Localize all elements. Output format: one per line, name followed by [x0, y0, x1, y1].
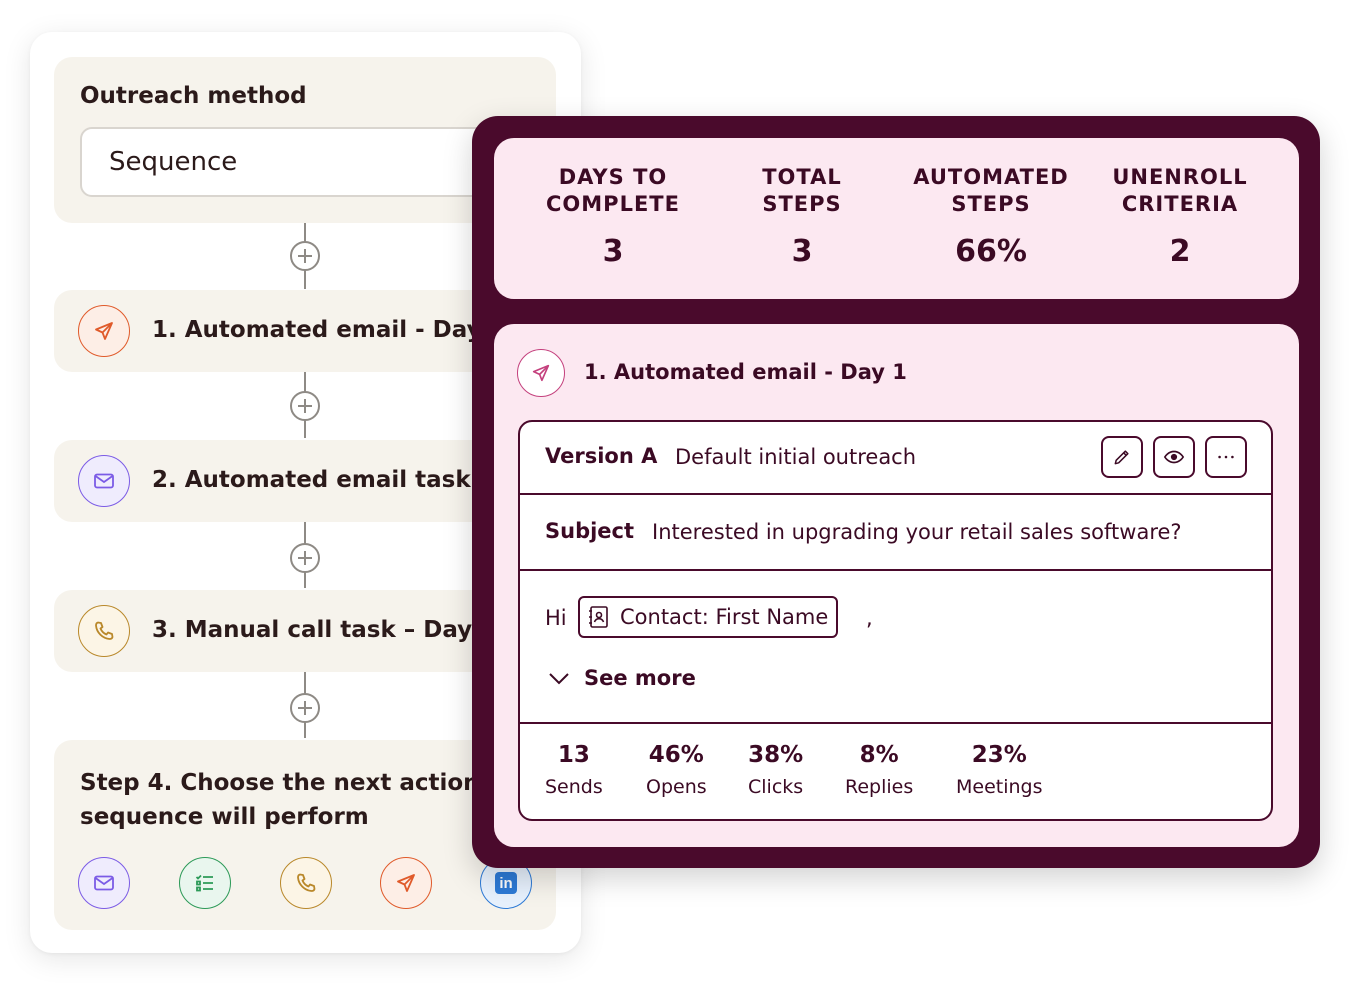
stat-label: AUTOMATED STEPS [913, 165, 1069, 216]
stat-label: UNENROLL CRITERIA [1112, 165, 1248, 216]
subject-row: Subject Interested in upgrading your ret… [520, 495, 1271, 571]
metric-value: 13 [557, 742, 590, 768]
greeting-text: Hi [545, 606, 567, 630]
send-icon [517, 349, 565, 397]
metric-label: Opens [646, 776, 707, 798]
email-body-row: Hi Contact: First Name , See more [520, 571, 1271, 724]
step-detail: 1. Automated email - Day 1 Version A Def… [494, 324, 1299, 847]
email-version-card: Version A Default initial outreach Subje… [518, 420, 1273, 821]
plus-icon [298, 249, 312, 263]
preview-button[interactable] [1153, 436, 1195, 478]
stat-label: DAYS TO COMPLETE [546, 165, 680, 216]
more-options-button[interactable] [1205, 436, 1247, 478]
metric-label: Clicks [748, 776, 804, 798]
step-label: 2. Automated email task - [152, 467, 489, 493]
stat-value: 3 [791, 234, 813, 269]
stats-summary: DAYS TO COMPLETE 3 TOTAL STEPS 3 AUTOMAT… [494, 138, 1299, 299]
stat-automated-steps: AUTOMATED STEPS 66% [896, 164, 1086, 269]
metric-sends: 13 Sends [545, 742, 603, 798]
add-step-button[interactable] [290, 241, 320, 271]
personalization-token[interactable]: Contact: First Name [578, 596, 839, 638]
comma-text: , [866, 606, 873, 630]
version-row: Version A Default initial outreach [520, 422, 1271, 495]
plus-icon [298, 701, 312, 715]
stat-total-steps: TOTAL STEPS 3 [707, 164, 897, 269]
version-label: Version A [545, 444, 658, 468]
eye-icon [1163, 450, 1185, 464]
task-list-icon[interactable] [179, 857, 231, 909]
send-icon[interactable] [380, 857, 432, 909]
contact-card-icon [589, 606, 608, 628]
metric-opens: 46% Opens [646, 742, 707, 798]
stat-label: TOTAL STEPS [762, 165, 842, 216]
ellipsis-icon [1218, 455, 1234, 459]
stat-unenroll-criteria: UNENROLL CRITERIA 2 [1085, 164, 1275, 269]
metric-value: 8% [859, 742, 899, 768]
chevron-down-icon [549, 673, 569, 685]
see-more-toggle[interactable]: See more [548, 666, 696, 690]
stat-value: 2 [1169, 234, 1191, 269]
metric-meetings: 23% Meetings [956, 742, 1043, 798]
metric-value: 23% [971, 742, 1027, 768]
stat-value: 66% [955, 234, 1027, 269]
mail-icon[interactable] [78, 857, 130, 909]
metric-replies: 8% Replies [845, 742, 913, 798]
subject-label: Subject [545, 519, 635, 543]
pencil-icon [1114, 450, 1129, 465]
plus-icon [298, 399, 312, 413]
add-step-button[interactable] [290, 693, 320, 723]
metric-label: Replies [845, 776, 914, 798]
step-label: 1. Automated email - Day [152, 317, 482, 343]
see-more-label: See more [584, 666, 696, 690]
mail-icon [78, 455, 130, 507]
linkedin-logo: in [495, 872, 517, 894]
version-name: Default initial outreach [675, 445, 917, 469]
outreach-method-title: Outreach method [80, 83, 307, 109]
phone-icon [78, 605, 130, 657]
metric-clicks: 38% Clicks [748, 742, 803, 798]
step-detail-title: 1. Automated email - Day 1 [584, 360, 907, 384]
send-icon [78, 305, 130, 357]
metric-label: Sends [545, 776, 603, 798]
stat-value: 3 [602, 234, 624, 269]
metric-label: Meetings [956, 776, 1043, 798]
plus-icon [298, 551, 312, 565]
edit-button[interactable] [1101, 436, 1143, 478]
add-step-button[interactable] [290, 543, 320, 573]
metrics-row: 13 Sends 46% Opens 38% Clicks 8% Replies… [520, 724, 1271, 819]
token-label: Contact: First Name [620, 605, 829, 629]
sequence-summary-panel: DAYS TO COMPLETE 3 TOTAL STEPS 3 AUTOMAT… [472, 116, 1320, 868]
stat-days-to-complete: DAYS TO COMPLETE 3 [518, 164, 708, 269]
metric-value: 38% [748, 742, 804, 768]
add-step-button[interactable] [290, 391, 320, 421]
step-label: 3. Manual call task – Day [152, 617, 473, 643]
subject-text: Interested in upgrading your retail sale… [652, 520, 1182, 544]
metric-value: 46% [648, 742, 704, 768]
phone-icon[interactable] [280, 857, 332, 909]
